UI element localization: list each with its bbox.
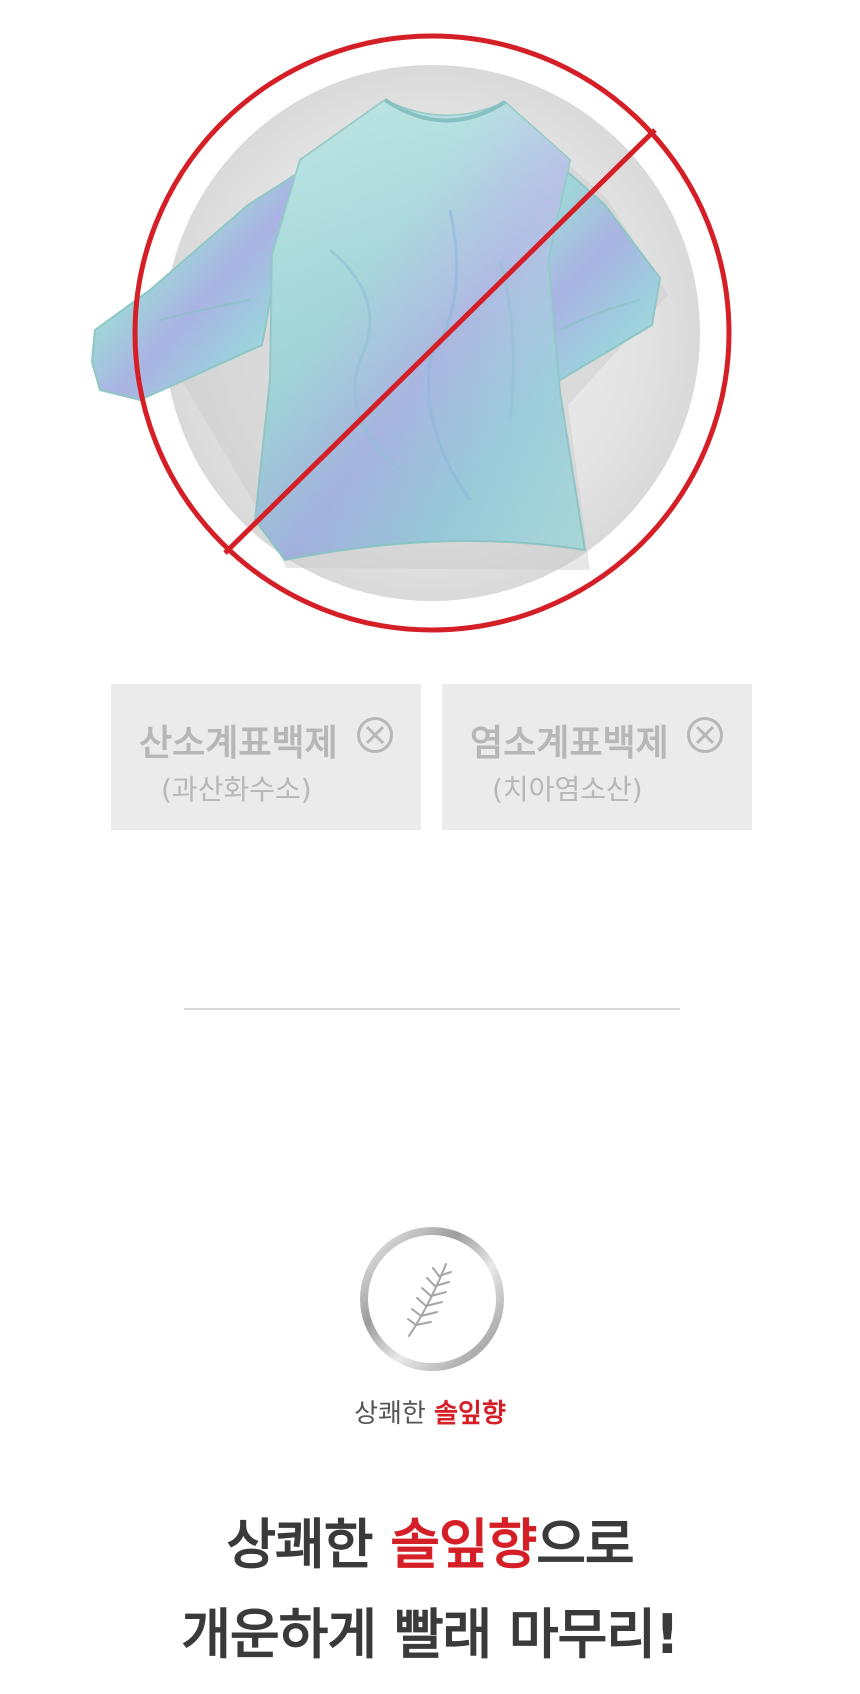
headline-line-1-prefix: 상쾌한 (226, 1513, 391, 1576)
prohibited-shirt-illustration (0, 0, 860, 640)
chemical-detail: (치아염소산) (492, 773, 643, 806)
headline-line-1-suffix: 으로 (536, 1513, 634, 1576)
section-divider (184, 1008, 680, 1010)
chlorine-bleach-box: 염소계표백제 (치아염소산) (442, 684, 752, 830)
headline-line-1: 상쾌한 솔잎향으로 (0, 1500, 860, 1579)
scent-label: 상쾌한 솔잎향 (0, 1393, 860, 1430)
circle-x-icon (357, 717, 393, 753)
scent-label-accent: 솔잎향 (434, 1399, 506, 1429)
pine-leaf-icon (360, 1227, 504, 1371)
headline-line-1-accent: 솔잎향 (390, 1513, 537, 1576)
circle-x-icon (687, 717, 723, 753)
chemical-name: 염소계표백제 (470, 723, 669, 764)
chemical-name: 산소계표백제 (139, 723, 338, 764)
chemical-detail: (과산화수소) (161, 773, 312, 806)
scent-label-prefix: 상쾌한 (354, 1399, 435, 1429)
headline-line-2: 개운하게 빨래 마무리! (181, 1603, 679, 1666)
oxygen-bleach-box: 산소계표백제 (과산화수소) (111, 684, 421, 830)
shirt-image (90, 33, 732, 633)
